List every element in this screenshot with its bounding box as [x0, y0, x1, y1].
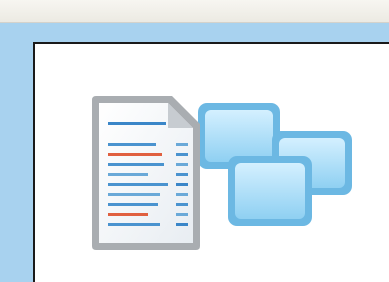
document-icon: [92, 96, 200, 250]
window-tile-front: [228, 156, 312, 226]
report-document-with-windows-icon: [92, 96, 352, 250]
